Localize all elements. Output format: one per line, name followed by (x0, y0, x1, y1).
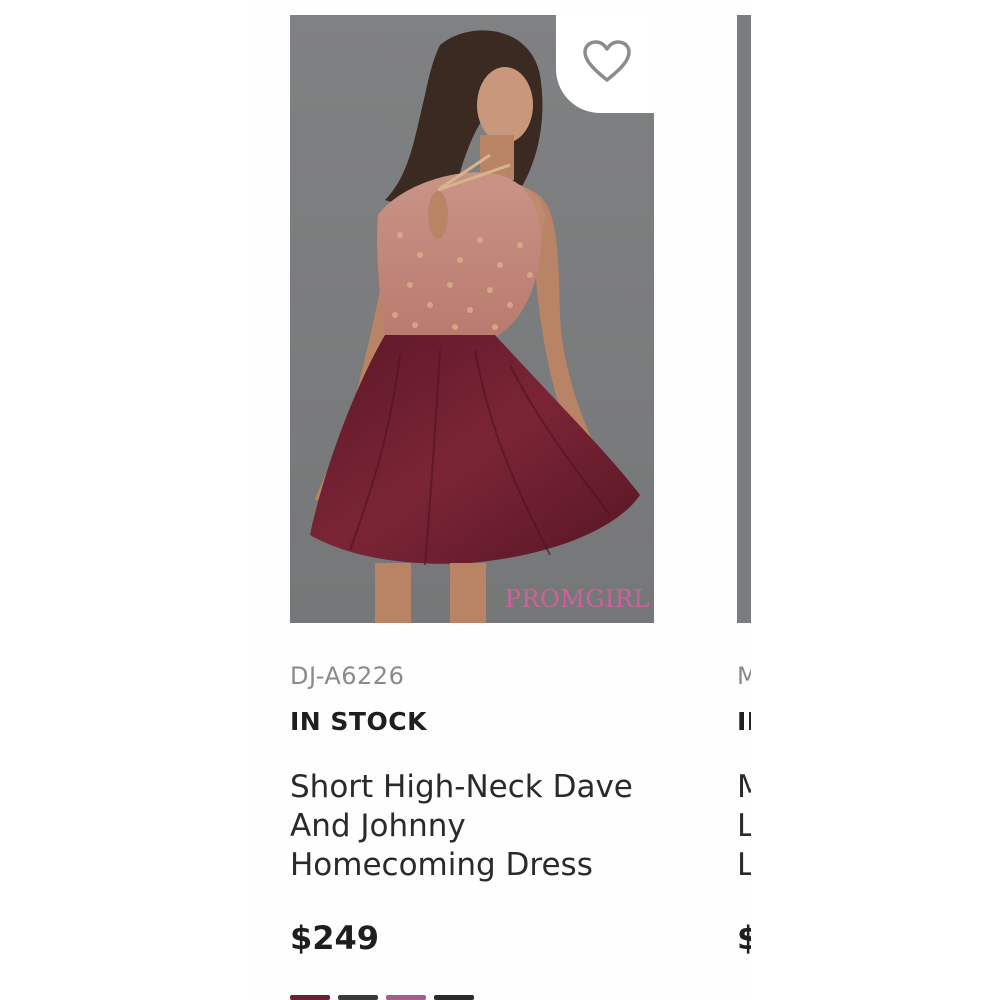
product-title[interactable]: Short High-Neck Dave And Johnny Homecomi… (290, 768, 670, 885)
product-price: $249 (290, 919, 380, 957)
product-title-line: And Johnny (290, 808, 466, 844)
product-title-next[interactable]: M L L (737, 768, 751, 885)
product-title-line: L (737, 847, 751, 883)
color-swatches (290, 995, 474, 1000)
stock-status-next: II (737, 707, 751, 736)
product-sku: DJ-A6226 (290, 662, 405, 690)
color-swatch[interactable] (338, 995, 378, 1000)
stock-status: IN STOCK (290, 707, 427, 736)
page: PROMGIRL DJ-A6226 IN STOCK Short High-Ne… (0, 0, 1000, 1000)
favorite-button[interactable] (556, 15, 654, 113)
color-swatch[interactable] (290, 995, 330, 1000)
product-image-next[interactable] (737, 15, 751, 623)
heart-outline-icon (583, 40, 631, 82)
product-title-line: Short High-Neck Dave (290, 769, 633, 805)
product-price-next: $ (737, 919, 751, 957)
product-title-line: Homecoming Dress (290, 847, 593, 883)
color-swatch[interactable] (386, 995, 426, 1000)
product-sku-next: M (737, 662, 751, 690)
product-title-line: M (737, 769, 751, 805)
brand-watermark: PROMGIRL (504, 585, 650, 613)
color-swatch[interactable] (434, 995, 474, 1000)
product-image[interactable]: PROMGIRL (290, 15, 654, 623)
product-title-line: L (737, 808, 751, 844)
product-carousel[interactable]: PROMGIRL DJ-A6226 IN STOCK Short High-Ne… (250, 0, 751, 1000)
